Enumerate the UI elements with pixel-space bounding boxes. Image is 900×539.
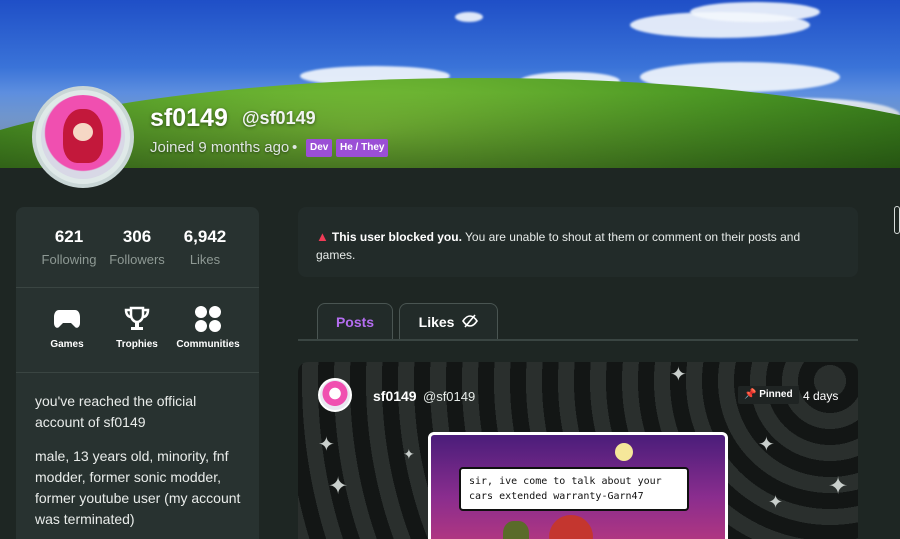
nav-communities[interactable]: Communities — [170, 305, 246, 350]
pinned-post[interactable]: ✦ ✦ ✦ ✦ ✦ ✦ ✦ sf0149 @sf0149 📌 Pinned 4 … — [298, 362, 858, 539]
stat-label: Likes — [189, 252, 221, 267]
communities-icon — [170, 305, 246, 333]
pinned-label: Pinned — [759, 389, 793, 400]
profile-banner — [0, 0, 900, 168]
bio-paragraph-1: you've reached the official account of s… — [35, 393, 197, 430]
trophy-icon — [99, 305, 175, 333]
image-speech-bubble: sir, ive come to talk about your cars ex… — [459, 467, 689, 511]
joined-date: Joined 9 months ago — [150, 139, 290, 156]
tabs-underline — [298, 339, 858, 341]
tab-label: Posts — [335, 314, 375, 330]
post-timestamp: 4 days — [803, 389, 839, 403]
bio-paragraph-2: male, 13 years old, minority, fnf modder… — [35, 448, 241, 527]
profile-username: sf0149 — [150, 104, 228, 132]
profile-avatar[interactable] — [32, 86, 134, 188]
divider — [16, 372, 259, 373]
stat-value: 306 — [122, 227, 152, 246]
tab-likes[interactable]: Likes — [399, 303, 498, 339]
nav-trophies[interactable]: Trophies — [99, 305, 175, 350]
stat-value: 6,942 — [183, 227, 227, 246]
nav-games[interactable]: Games — [29, 305, 105, 350]
stat-likes[interactable]: 6,942 Likes — [170, 227, 240, 267]
nav-label: Trophies — [116, 339, 158, 350]
stat-label: Following — [41, 252, 97, 267]
badge-pronouns: He / They — [336, 139, 389, 157]
divider — [16, 287, 259, 288]
scrollbar[interactable] — [894, 206, 900, 234]
warning-icon: ▲ — [316, 229, 329, 244]
blocked-title: This user blocked you. — [331, 230, 462, 244]
separator-dot: • — [292, 139, 298, 156]
nav-label: Communities — [176, 339, 240, 350]
tab-posts[interactable]: Posts — [317, 303, 393, 339]
profile-handle: @sf0149 — [242, 108, 316, 128]
badge-dev: Dev — [306, 139, 333, 157]
post-author-name[interactable]: sf0149 — [373, 388, 417, 404]
post-author-handle: @sf0149 — [423, 389, 476, 404]
post-image[interactable]: sir, ive come to talk about your cars ex… — [428, 432, 728, 539]
pinned-badge: 📌 Pinned — [738, 386, 799, 404]
blocked-notice: ▲ This user blocked you. You are unable t… — [298, 207, 858, 277]
pin-icon: 📌 — [744, 389, 757, 400]
eye-slash-icon — [462, 305, 479, 341]
gamepad-icon — [29, 305, 105, 333]
nav-label: Games — [50, 339, 84, 350]
profile-sidebar: 621 Following 306 Followers 6,942 Likes … — [16, 207, 259, 539]
stat-following[interactable]: 621 Following — [34, 227, 104, 267]
post-author-avatar[interactable] — [318, 378, 352, 412]
stat-label: Followers — [109, 252, 165, 267]
stat-followers[interactable]: 306 Followers — [102, 227, 172, 267]
stat-value: 621 — [54, 227, 84, 246]
tab-label: Likes — [418, 314, 455, 330]
